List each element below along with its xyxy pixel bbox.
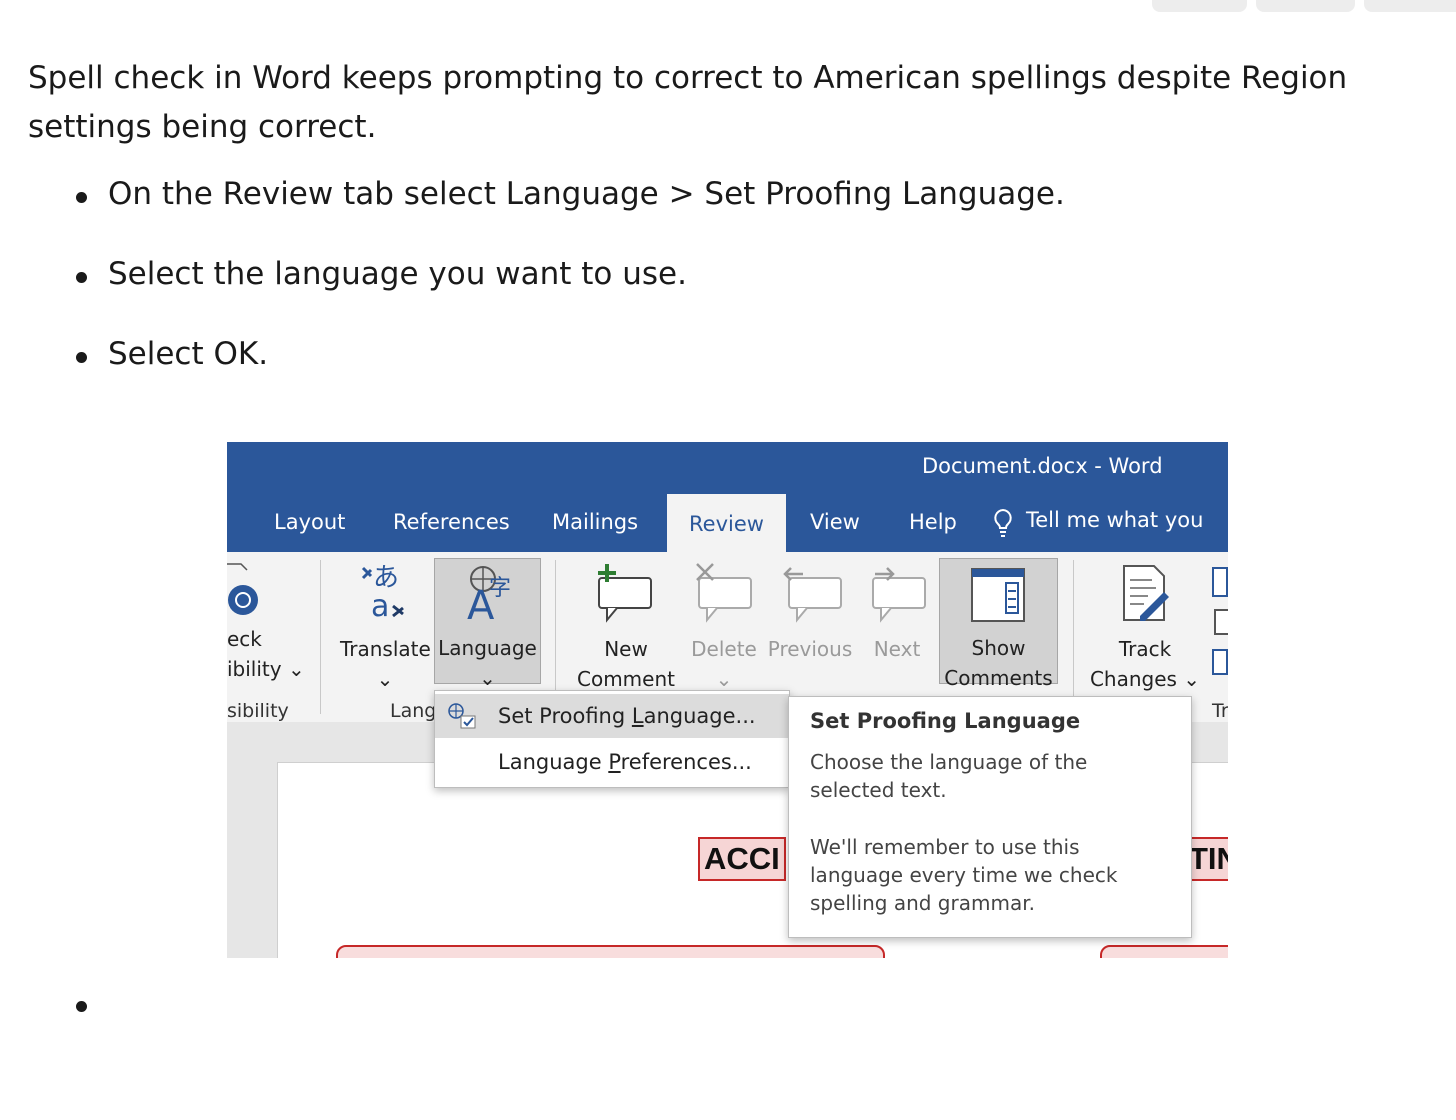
language-icon: A字 <box>467 566 511 629</box>
chevron-down-icon: ⌄ <box>376 667 394 691</box>
show-comments-button[interactable]: Show Comments <box>939 558 1058 690</box>
next-comment-icon <box>872 567 926 623</box>
tab-layout[interactable]: Layout <box>274 510 345 534</box>
check-accessibility-button[interactable]: eck ibility ⌄ <box>227 560 305 684</box>
previous-comment-button[interactable]: Previous <box>767 560 853 664</box>
translate-button[interactable]: あa Translate ⌄ <box>340 560 431 694</box>
document-shape <box>1100 945 1228 958</box>
svg-text:a: a <box>371 589 389 624</box>
show-comments-icon <box>970 568 1025 622</box>
word-screenshot: Document.docx - Word Layout References M… <box>227 442 1228 958</box>
list-item: On the Review tab select Language > Set … <box>76 176 1065 212</box>
chevron-down-icon: ⌄ <box>479 666 496 690</box>
ribbon-tabs: Layout References Mailings Review View H… <box>227 494 1228 552</box>
group-label-accessibility: sibility <box>227 700 289 722</box>
document-heading: ACCI <box>698 837 786 881</box>
separator <box>1073 560 1074 714</box>
translate-icon: あa <box>361 563 404 624</box>
menu-item-set-proofing-language[interactable]: Set Proofing Language... <box>435 694 789 738</box>
document-title: Document.docx - Word <box>922 454 1163 478</box>
language-dropdown-menu: Set Proofing Language... Language Prefer… <box>434 690 790 788</box>
title-bar: Document.docx - Word <box>227 442 1228 494</box>
tab-view[interactable]: View <box>810 510 860 534</box>
track-changes-icon <box>1123 565 1169 621</box>
tell-me-box[interactable]: Tell me what you <box>992 508 1203 538</box>
separator <box>320 560 321 714</box>
toolbar-button[interactable] <box>1364 0 1456 12</box>
tab-review[interactable]: Review <box>667 494 786 552</box>
empty-list-bullet <box>76 1001 87 1012</box>
language-button[interactable]: A字 Language ⌄ <box>434 558 541 690</box>
lightbulb-icon <box>994 508 1012 537</box>
tooltip-title: Set Proofing Language <box>810 709 1081 733</box>
intro-text: Spell check in Word keeps prompting to c… <box>28 60 1348 145</box>
tooltip-description: Choose the language of the selected text… <box>810 750 1088 802</box>
list-item: Select the language you want to use. <box>76 256 687 292</box>
new-comment-button[interactable]: New Comment <box>571 560 681 694</box>
document-shape <box>336 945 885 958</box>
previous-comment-icon <box>783 567 842 623</box>
tab-help[interactable]: Help <box>909 510 957 534</box>
menu-item-language-preferences[interactable]: Language Preferences... <box>435 740 789 784</box>
next-comment-button[interactable]: Next <box>867 560 927 664</box>
toolbar-button[interactable] <box>1152 0 1247 12</box>
group-label-tracking: Tr <box>1212 700 1228 722</box>
track-changes-button[interactable]: Track Changes ⌄ <box>1089 560 1201 694</box>
tooltip: Set Proofing Language Choose the languag… <box>788 696 1192 938</box>
proofing-language-icon <box>448 703 476 729</box>
new-comment-icon <box>598 564 652 623</box>
svg-text:字: 字 <box>489 576 511 601</box>
markup-options-icon[interactable] <box>1211 566 1228 694</box>
list-item: Select OK. <box>75 336 269 372</box>
tab-mailings[interactable]: Mailings <box>552 510 638 534</box>
group-label-language: Lang <box>390 700 437 722</box>
delete-comment-button[interactable]: Delete ⌄ <box>689 560 759 694</box>
accessibility-icon <box>227 563 258 615</box>
tab-references[interactable]: References <box>393 510 510 534</box>
tell-me-text: Tell me what you <box>1026 508 1204 532</box>
tooltip-note: We'll remember to use this language ever… <box>810 835 1118 915</box>
delete-comment-icon <box>696 563 752 623</box>
toolbar-button[interactable] <box>1256 0 1355 12</box>
